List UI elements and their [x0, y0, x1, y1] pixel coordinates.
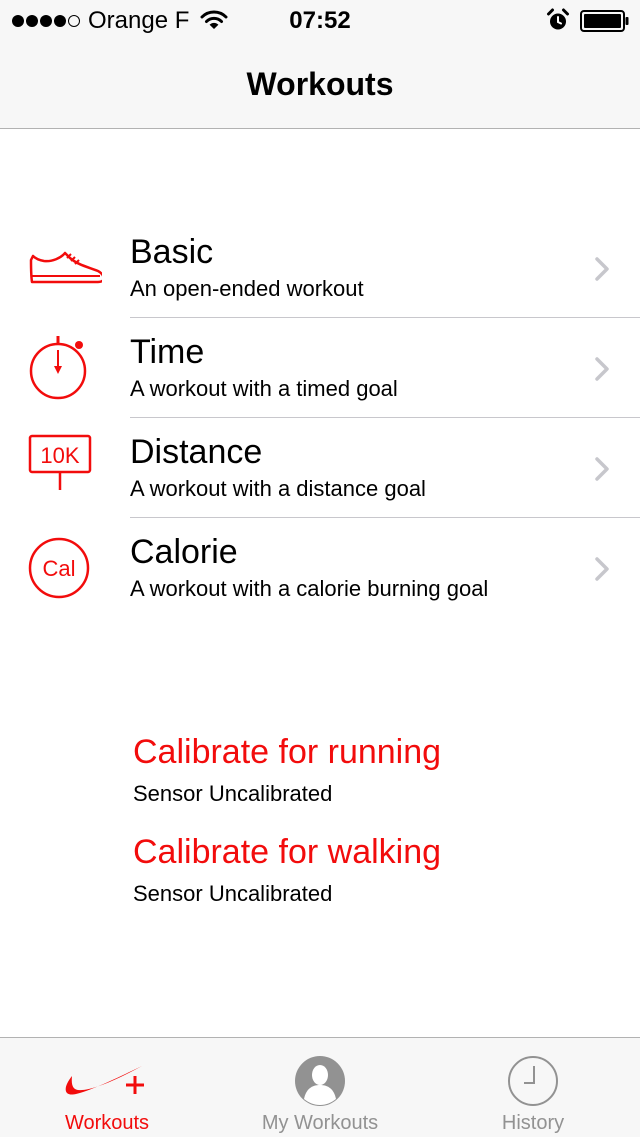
workout-title: Calorie	[130, 533, 238, 571]
tab-my-workouts[interactable]: My Workouts	[213, 1038, 427, 1137]
tab-workouts[interactable]: Workouts	[0, 1038, 214, 1137]
stopwatch-icon	[22, 332, 96, 406]
tab-history[interactable]: History	[426, 1038, 640, 1137]
workout-title: Time	[130, 333, 205, 371]
workout-title: Distance	[130, 433, 263, 471]
chevron-right-icon	[594, 356, 610, 387]
tab-label: History	[501, 1112, 565, 1134]
workout-title: Basic	[130, 233, 214, 271]
workout-row-basic[interactable]: Basic An open-ended workout	[0, 218, 640, 318]
workout-subtitle: A workout with a distance goal	[130, 476, 426, 501]
calibration-status: Sensor Uncalibrated	[133, 881, 333, 906]
calorie-icon-text: Cal	[42, 556, 75, 581]
calibrate-running-section: Calibrate for running Sensor Uncalibrate…	[133, 732, 613, 808]
clock-icon	[506, 1054, 560, 1108]
calibrate-running-button[interactable]: Calibrate for running	[133, 732, 613, 772]
calibrate-walking-section: Calibrate for walking Sensor Uncalibrate…	[133, 832, 613, 908]
tab-label: Workouts	[64, 1112, 150, 1134]
shoe-icon	[22, 232, 105, 306]
chevron-right-icon	[594, 556, 610, 587]
status-bar: Orange F 07:52	[0, 0, 640, 40]
status-time: 07:52	[289, 7, 351, 34]
workout-list: Basic An open-ended workout Time A worko…	[0, 218, 640, 618]
workout-subtitle: A workout with a timed goal	[130, 376, 398, 401]
workout-subtitle: An open-ended workout	[130, 276, 364, 301]
distance-sign-icon: 10K	[22, 432, 96, 506]
tab-bar: Workouts My Workouts History	[0, 1037, 640, 1137]
distance-sign-text: 10K	[40, 443, 79, 468]
navigation-bar: Workouts	[0, 40, 640, 129]
calibrate-walking-button[interactable]: Calibrate for walking	[133, 832, 613, 872]
workout-row-distance[interactable]: 10K Distance A workout with a distance g…	[0, 418, 640, 518]
alarm-icon	[546, 8, 570, 37]
battery-icon	[580, 10, 630, 37]
workout-subtitle: A workout with a calorie burning goal	[130, 576, 489, 601]
profile-icon	[293, 1054, 347, 1108]
tab-label: My Workouts	[261, 1112, 379, 1134]
calibration-status: Sensor Uncalibrated	[133, 781, 333, 806]
chevron-right-icon	[594, 256, 610, 287]
calorie-icon: Cal	[22, 532, 96, 606]
chevron-right-icon	[594, 456, 610, 487]
nike-swoosh-plus-icon	[62, 1054, 152, 1108]
workout-row-time[interactable]: Time A workout with a timed goal	[0, 318, 640, 418]
page-title: Workouts	[246, 66, 394, 102]
workout-row-calorie[interactable]: Cal Calorie A workout with a calorie bur…	[0, 518, 640, 618]
